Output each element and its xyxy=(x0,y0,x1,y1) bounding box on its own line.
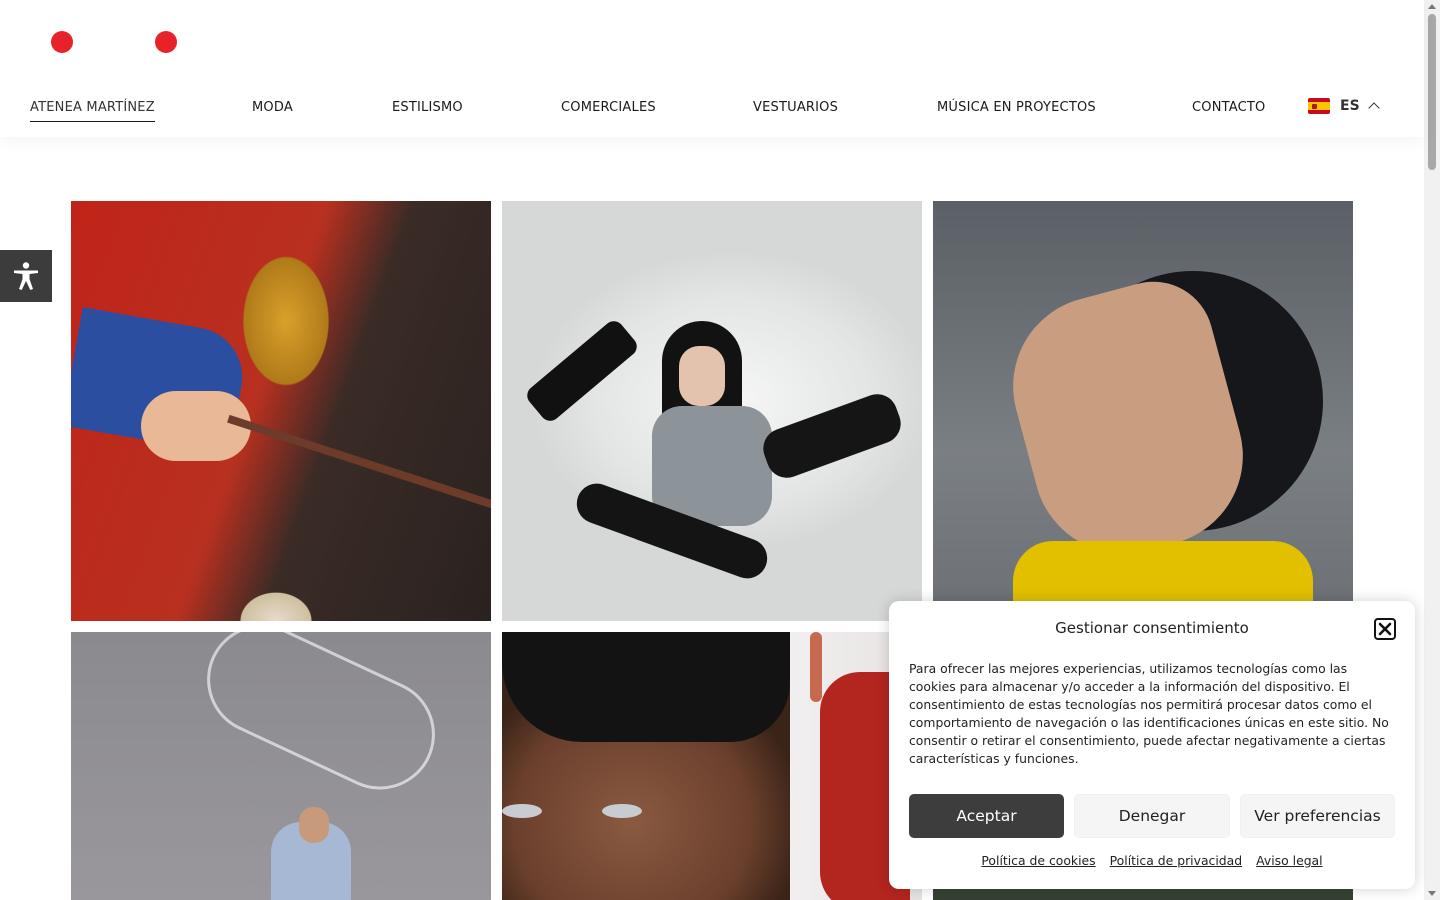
image-detail xyxy=(602,804,642,818)
consent-links: Política de cookies Política de privacid… xyxy=(889,853,1415,868)
spain-flag-icon xyxy=(1308,98,1330,114)
nav-item-moda[interactable]: MODA xyxy=(252,100,293,115)
gallery-image-3[interactable] xyxy=(933,201,1353,621)
nav-item-comerciales[interactable]: COMERCIALES xyxy=(561,100,656,115)
gallery-image-1[interactable] xyxy=(71,201,491,621)
legal-notice-link[interactable]: Aviso legal xyxy=(1256,853,1322,868)
consent-text: Para ofrecer las mejores experiencias, u… xyxy=(909,661,1389,766)
image-detail xyxy=(523,317,641,425)
scroll-up-arrow-icon[interactable] xyxy=(1428,4,1436,9)
gallery-image-2[interactable] xyxy=(502,201,922,621)
accessibility-icon xyxy=(14,262,38,290)
gallery-image-5[interactable] xyxy=(502,632,790,900)
logo-dot-right[interactable] xyxy=(155,31,177,53)
image-detail xyxy=(502,632,790,742)
image-detail xyxy=(679,346,725,406)
page-scrollbar[interactable] xyxy=(1424,0,1440,900)
image-detail xyxy=(502,804,542,818)
cookie-consent-dialog: Gestionar consentimiento Para ofrecer la… xyxy=(889,601,1415,889)
consent-title: Gestionar consentimiento xyxy=(1055,619,1249,637)
nav-item-estilismo[interactable]: ESTILISMO xyxy=(392,100,463,115)
language-switcher[interactable]: ES xyxy=(1308,98,1380,114)
image-detail xyxy=(227,414,491,516)
image-detail xyxy=(188,632,454,808)
close-icon xyxy=(1378,622,1392,636)
language-code: ES xyxy=(1340,98,1360,114)
image-detail xyxy=(757,388,907,484)
nav-item-vestuarios[interactable]: VESTUARIOS xyxy=(753,100,838,115)
image-detail xyxy=(299,807,329,843)
image-detail xyxy=(810,632,822,702)
cookie-policy-link[interactable]: Política de cookies xyxy=(981,853,1095,868)
nav-item-musica-en-proyectos[interactable]: MÚSICA EN PROYECTOS xyxy=(937,100,1096,115)
accessibility-button[interactable] xyxy=(0,250,52,302)
privacy-policy-link[interactable]: Política de privacidad xyxy=(1110,853,1242,868)
deny-button[interactable]: Denegar xyxy=(1074,794,1230,838)
chevron-up-icon xyxy=(1367,102,1380,114)
accept-button[interactable]: Aceptar xyxy=(909,794,1064,838)
close-button[interactable] xyxy=(1374,618,1396,640)
nav-item-atenea-martinez[interactable]: ATENEA MARTÍNEZ xyxy=(30,100,155,122)
scroll-down-arrow-icon[interactable] xyxy=(1428,891,1436,896)
nav-item-contacto[interactable]: CONTACTO xyxy=(1192,100,1265,115)
image-detail xyxy=(141,391,251,461)
gallery-image-4[interactable] xyxy=(71,632,491,900)
logo-dot-left[interactable] xyxy=(51,31,73,53)
site-header: ATENEA MARTÍNEZ MODA ESTILISMO COMERCIAL… xyxy=(0,0,1424,137)
view-preferences-button[interactable]: Ver preferencias xyxy=(1240,794,1395,838)
main-navigation: ATENEA MARTÍNEZ MODA ESTILISMO COMERCIAL… xyxy=(0,100,1424,130)
scrollbar-thumb[interactable] xyxy=(1428,14,1436,170)
